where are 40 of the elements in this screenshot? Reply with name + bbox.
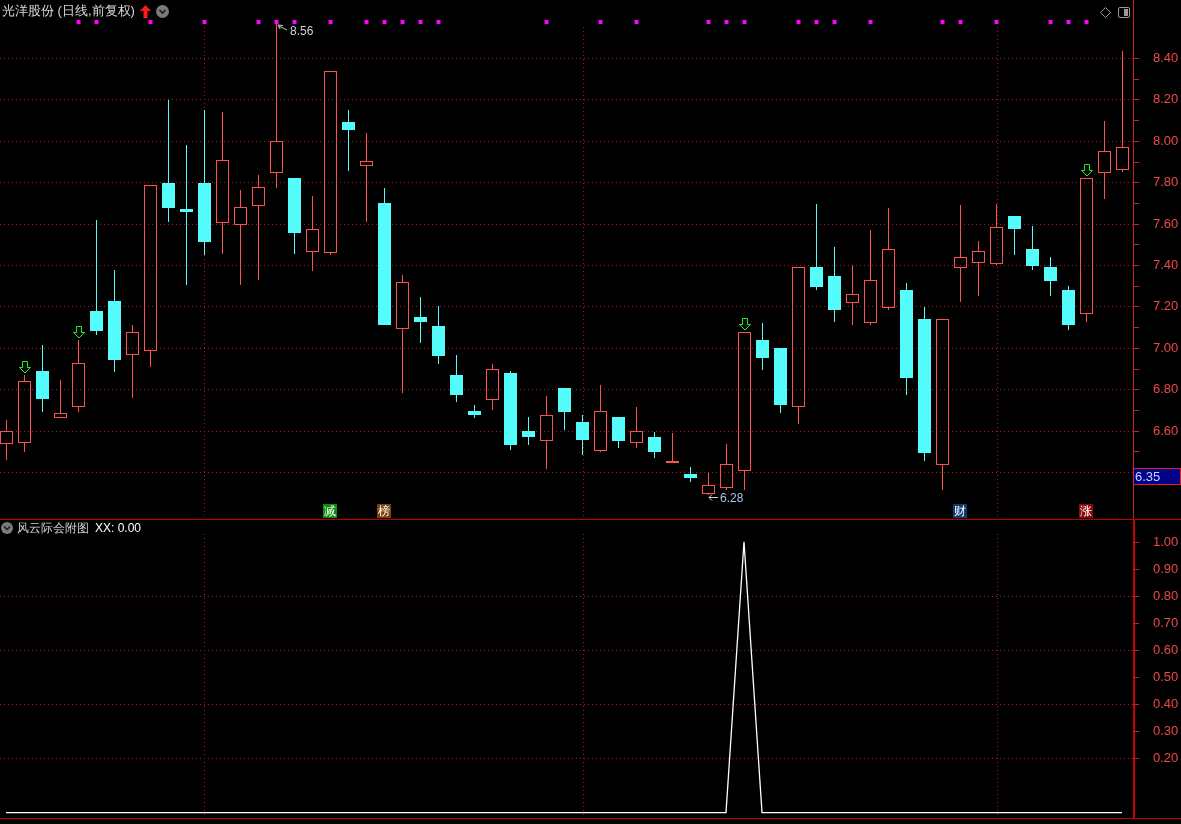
indicator-axis-label: 0.30	[1153, 723, 1179, 739]
indicator-axis-label: 0.20	[1153, 750, 1179, 766]
down-arrow-icon	[1081, 164, 1093, 177]
low-price-label: 6.28	[720, 490, 744, 506]
chevron-down-icon[interactable]	[155, 4, 169, 18]
down-arrow-icon	[739, 318, 751, 331]
leader-arrow-icon	[708, 494, 719, 501]
price-axis-label: 8.20	[1153, 91, 1179, 107]
down-arrow-icon	[19, 361, 31, 374]
panel-icon[interactable]	[1118, 7, 1130, 18]
indicator-axis-label: 0.50	[1153, 669, 1179, 685]
price-axis-label: 7.00	[1153, 340, 1179, 356]
price-axis-label: 6.80	[1153, 381, 1179, 397]
indicator-axis-label: 0.60	[1153, 642, 1179, 658]
indicator-axis-label: 0.70	[1153, 615, 1179, 631]
stock-title: 光洋股份 (日线,前复权)	[2, 2, 135, 20]
high-price-label: 8.56	[290, 23, 314, 39]
chevron-down-icon[interactable]	[1, 522, 13, 534]
indicator-title: 风云际会附图	[17, 521, 89, 535]
price-axis-label: 7.80	[1153, 174, 1179, 190]
price-axis-label: 7.20	[1153, 298, 1179, 314]
price-axis-label: 7.60	[1153, 216, 1179, 232]
price-axis-label: 8.40	[1153, 50, 1179, 66]
indicator-axis-label: 0.90	[1153, 561, 1179, 577]
down-arrow-icon	[73, 326, 85, 339]
leader-arrow-icon	[277, 24, 288, 31]
diamond-icon[interactable]	[1100, 7, 1111, 18]
indicator-axis-label: 0.80	[1153, 588, 1179, 604]
up-arrow-icon	[139, 4, 151, 18]
event-tag: 减	[323, 504, 337, 518]
event-tag: 财	[953, 504, 967, 518]
current-price-label: 6.35	[1133, 468, 1181, 485]
price-axis-label: 6.60	[1153, 423, 1179, 439]
indicator-axis-label: 0.40	[1153, 696, 1179, 712]
indicator-axis-label: 1.00	[1153, 534, 1179, 550]
price-axis-label: 8.00	[1153, 133, 1179, 149]
indicator-readout: XX: 0.00	[95, 521, 142, 535]
event-tag: 涨	[1079, 504, 1093, 518]
event-tag: 榜	[377, 504, 391, 518]
price-axis-label: 7.40	[1153, 257, 1179, 273]
